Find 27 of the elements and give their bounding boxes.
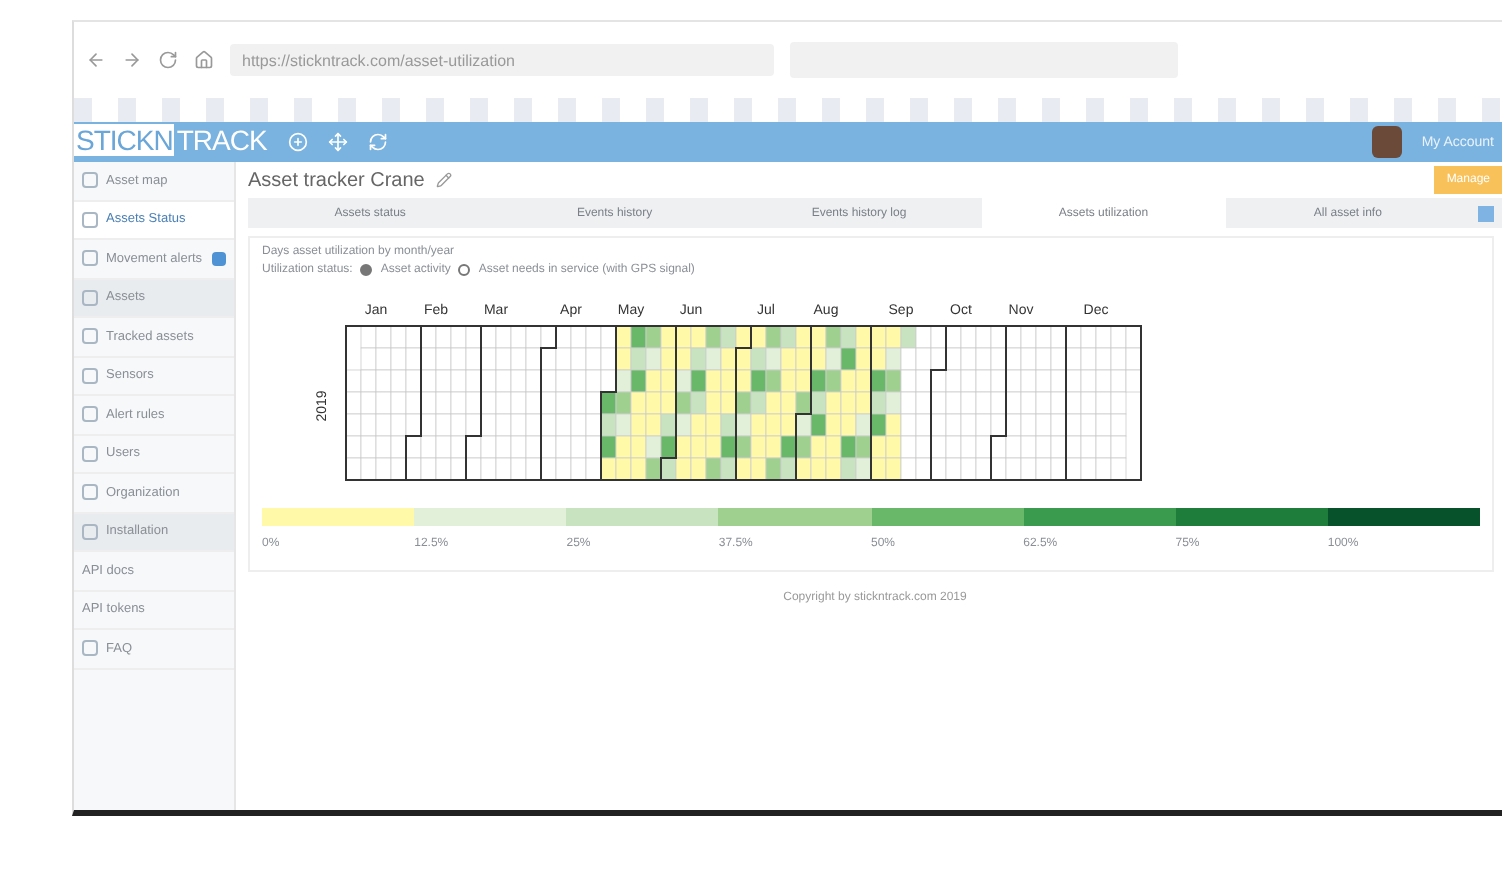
refresh-icon[interactable] [368,132,389,152]
legend-dot-icon [360,264,373,276]
menu-icon [82,211,98,228]
menu-icon [82,523,98,540]
legend-dot-icon [458,264,471,276]
reload-icon[interactable] [158,50,178,70]
menu-icon [82,172,98,189]
address-bar[interactable]: https://stickntrack.com/asset-utilization [230,44,774,76]
back-icon[interactable] [86,50,106,70]
menu-icon [82,406,98,423]
logo-text: STICKN [74,124,175,156]
menu-icon [82,445,98,462]
menu-icon [82,250,98,267]
home-icon[interactable] [194,50,214,70]
edit-icon[interactable] [436,172,453,188]
page-title: Asset tracker Crane [248,169,425,191]
menu-icon [82,328,98,345]
menu-icon [82,640,98,657]
menu-icon [82,367,98,384]
avatar[interactable] [1371,126,1402,158]
move-icon[interactable] [328,132,349,152]
forward-icon[interactable] [122,50,142,70]
menu-icon [82,289,98,306]
menu-icon [82,484,98,501]
badge-icon [212,251,226,266]
logo-text: TRACK [174,124,269,156]
add-icon[interactable] [288,132,309,152]
